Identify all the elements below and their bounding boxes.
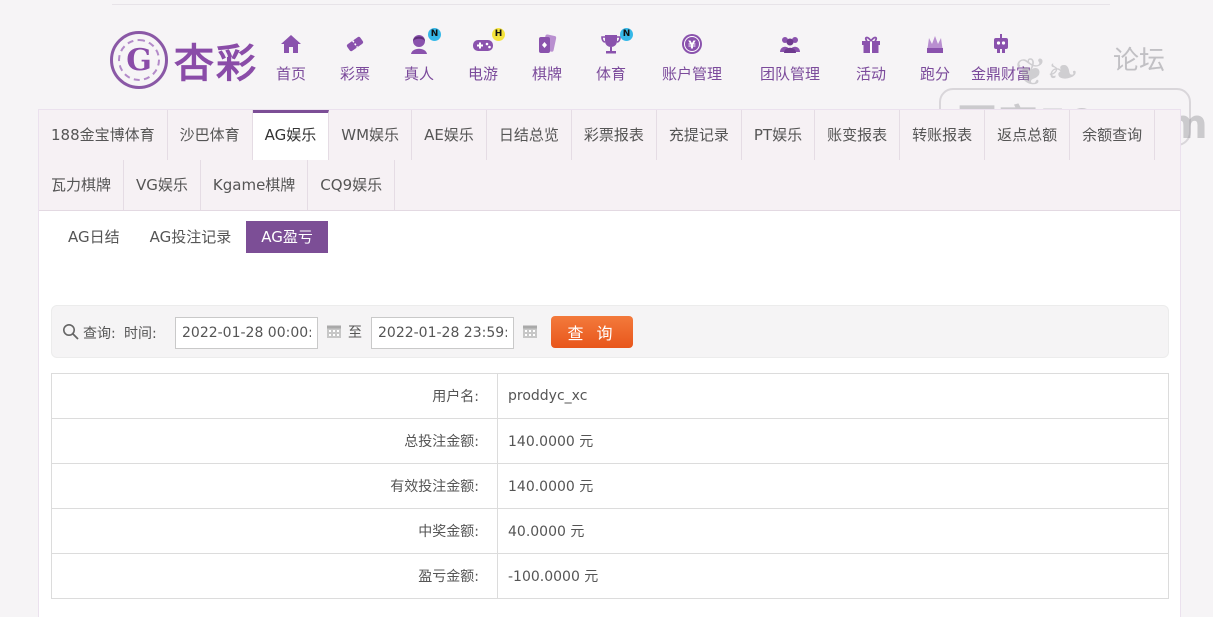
subtab-ag-profit-loss[interactable]: AG盈亏: [246, 221, 328, 253]
row-value-username: proddyc_xc: [497, 373, 1169, 419]
yuan-coin-icon: ¥: [678, 30, 706, 58]
nav-label: 活动: [855, 65, 886, 83]
sub-tabs: AG日结 AG投注记录 AG盈亏: [53, 221, 328, 253]
subtab-ag-daily[interactable]: AG日结: [53, 221, 135, 253]
table-row: 有效投注金额: 140.0000 元: [51, 463, 1169, 509]
home-icon: [277, 30, 305, 58]
tab-vg-entertainment[interactable]: VG娱乐: [124, 160, 201, 210]
svg-text:¥: ¥: [688, 39, 696, 52]
nav-item-account[interactable]: ¥ 账户管理: [652, 30, 732, 84]
start-time-input[interactable]: [175, 317, 318, 349]
tab-pt-entertainment[interactable]: PT娱乐: [742, 110, 816, 160]
row-label-total-bet: 总投注金额:: [51, 418, 498, 464]
nav-label: 账户管理: [661, 65, 722, 83]
nav-label: 金鼎财富: [970, 65, 1031, 83]
nav-label: 跑分: [919, 65, 950, 83]
tab-account-change[interactable]: 账变报表: [815, 110, 901, 160]
speed-icon: [921, 30, 949, 58]
logo-badge-letter: G: [126, 42, 152, 78]
tab-lottery-report[interactable]: 彩票报表: [572, 110, 657, 160]
tab-row-1: 188金宝博体育 沙巴体育 AG娱乐 WM娱乐 AE娱乐 日结总览 彩票报表 充…: [39, 110, 1156, 160]
robot-icon: [987, 30, 1015, 58]
tab-188bet-sports[interactable]: 188金宝博体育: [39, 110, 168, 160]
tab-daily-overview[interactable]: 日结总览: [487, 110, 572, 160]
row-value-total-bet: 140.0000 元: [497, 418, 1169, 464]
search-icon: [63, 324, 79, 340]
tab-row-2: 瓦力棋牌 VG娱乐 Kgame棋牌 CQ9娱乐: [39, 160, 396, 210]
logo-badge: G: [110, 31, 168, 89]
nav-label: 棋牌: [531, 65, 562, 83]
nav-badge-new: N: [428, 28, 441, 41]
top-divider: [112, 4, 1110, 5]
report-panel: 188金宝博体育 沙巴体育 AG娱乐 WM娱乐 AE娱乐 日结总览 彩票报表 充…: [38, 109, 1181, 617]
row-label-username: 用户名:: [51, 373, 498, 419]
team-icon: [776, 30, 804, 58]
row-label-valid-bet: 有效投注金额:: [51, 463, 498, 509]
table-row: 盈亏金额: -100.0000 元: [51, 553, 1169, 599]
tab-rebate-total[interactable]: 返点总额: [985, 110, 1071, 160]
nav-badge-new: N: [620, 28, 633, 41]
nav-label: 真人: [403, 65, 434, 83]
query-label: 查询:: [83, 326, 116, 342]
gift-icon: [857, 30, 885, 58]
tab-deposit-withdraw[interactable]: 充提记录: [657, 110, 742, 160]
row-label-winning: 中奖金额:: [51, 508, 498, 554]
platform-tabs: 188金宝博体育 沙巴体育 AG娱乐 WM娱乐 AE娱乐 日结总览 彩票报表 充…: [39, 110, 1180, 211]
query-bar: 查询: 时间: 至 查 询: [51, 305, 1169, 358]
tab-balance-query[interactable]: 余额查询: [1070, 110, 1156, 160]
query-button[interactable]: 查 询: [551, 316, 633, 348]
time-label: 时间:: [124, 326, 157, 342]
calendar-icon[interactable]: [522, 323, 538, 339]
tab-saba-sports[interactable]: 沙巴体育: [168, 110, 253, 160]
tab-wm-entertainment[interactable]: WM娱乐: [329, 110, 413, 160]
site-logo[interactable]: G 杏彩: [110, 30, 258, 90]
row-label-profit-loss: 盈亏金额:: [51, 553, 498, 599]
tab-wali-chess[interactable]: 瓦力棋牌: [39, 160, 125, 210]
calendar-icon[interactable]: [326, 323, 342, 339]
tab-transfer-report[interactable]: 转账报表: [900, 110, 986, 160]
nav-label: 首页: [275, 65, 306, 83]
subtab-ag-bet-records[interactable]: AG投注记录: [135, 221, 247, 253]
table-row: 总投注金额: 140.0000 元: [51, 418, 1169, 464]
live-dealer-icon: N: [405, 28, 441, 58]
nav-label: 团队管理: [759, 65, 820, 83]
profit-loss-table: 用户名: proddyc_xc 总投注金额: 140.0000 元 有效投注金额…: [51, 373, 1169, 599]
end-time-input[interactable]: [371, 317, 514, 349]
tab-kgame-chess[interactable]: Kgame棋牌: [201, 160, 309, 210]
watermark-forum: 论坛: [1113, 46, 1166, 76]
table-row: 用户名: proddyc_xc: [51, 373, 1169, 419]
logo-text: 杏彩: [174, 40, 258, 87]
nav-item-wealth[interactable]: 金鼎财富: [961, 30, 1041, 84]
nav-badge-hot: H: [492, 28, 505, 41]
tab-ag-entertainment[interactable]: AG娱乐: [252, 110, 330, 160]
nav-label: 彩票: [339, 65, 370, 83]
trophy-icon: N: [597, 28, 633, 58]
row-value-winning: 40.0000 元: [497, 508, 1169, 554]
tab-cq9-entertainment[interactable]: CQ9娱乐: [308, 160, 396, 210]
lottery-ticket-icon: [341, 30, 369, 58]
nav-item-team[interactable]: 团队管理: [750, 30, 830, 84]
row-value-valid-bet: 140.0000 元: [497, 463, 1169, 509]
nav-label: 电游: [467, 65, 498, 83]
tab-ae-entertainment[interactable]: AE娱乐: [412, 110, 487, 160]
gamepad-icon: H: [469, 28, 505, 58]
range-separator: 至: [348, 325, 362, 341]
nav-item-sports[interactable]: N 体育: [571, 28, 651, 84]
table-row: 中奖金额: 40.0000 元: [51, 508, 1169, 554]
row-value-profit-loss: -100.0000 元: [497, 553, 1169, 599]
playing-cards-icon: [533, 30, 561, 58]
nav-label: 体育: [595, 65, 626, 83]
